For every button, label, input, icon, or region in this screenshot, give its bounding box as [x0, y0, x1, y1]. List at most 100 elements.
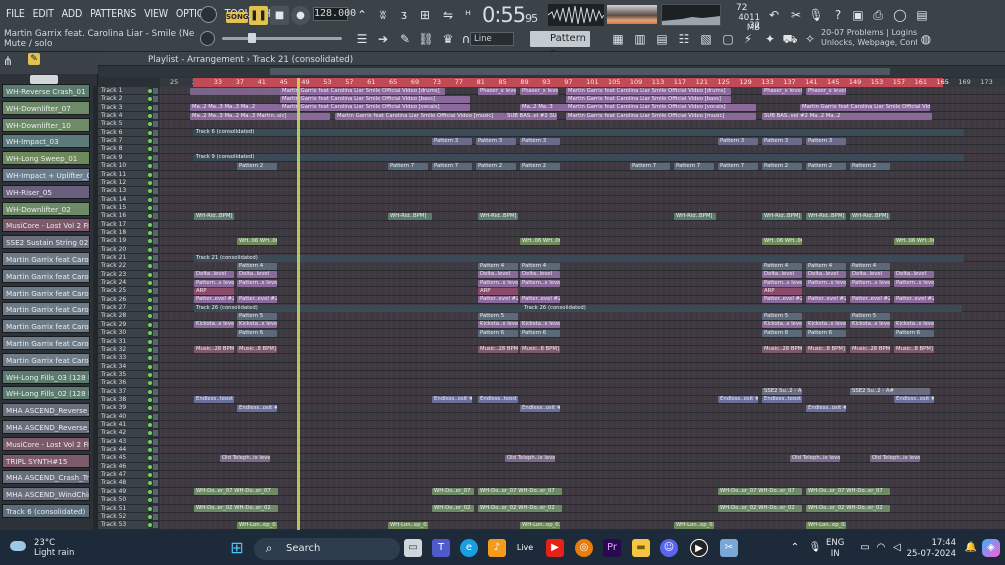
playlist-clip[interactable]: WH-Lon..ep_01 [520, 521, 560, 529]
track-label[interactable]: Track 10 [98, 162, 148, 170]
playlist-clip[interactable]: Delta..level [762, 271, 802, 279]
microphone-icon[interactable]: 🎙 [808, 7, 824, 23]
playlist-clip[interactable]: Endless..teost [194, 396, 234, 404]
playlist-clip[interactable]: Martin Garrix feat Carolina Liar Smile O… [566, 112, 756, 120]
playlist-clip[interactable]: ARP [194, 287, 234, 295]
track-color-swatch[interactable] [153, 146, 158, 153]
shop-icon[interactable]: ⛟ [782, 31, 798, 47]
track-mute-led[interactable] [148, 364, 152, 369]
track-mute-led[interactable] [148, 381, 152, 386]
copilot-icon[interactable]: ◈ [982, 539, 1000, 557]
browser-add-button[interactable] [30, 75, 58, 84]
volume-icon[interactable]: ◁ [888, 539, 906, 557]
playlist-clip[interactable]: Delta..level [194, 271, 234, 279]
track-color-swatch[interactable] [153, 455, 158, 462]
playlist-clip[interactable]: WH-Rid..BPM] [850, 212, 890, 220]
playlist-clip[interactable]: Pattern 2 [476, 162, 516, 170]
track-mute-led[interactable] [148, 456, 152, 461]
track-label[interactable]: Track 35 [98, 370, 148, 379]
track-color-swatch[interactable] [153, 321, 158, 328]
playlist-clip[interactable]: Pattern..x level [850, 279, 890, 287]
playlist-clip[interactable] [190, 87, 284, 95]
playlist-clip[interactable]: WH-Do..er_02 WH-Do..er_02 [194, 505, 278, 512]
playlist-clip[interactable]: Kicksta..x level [762, 321, 802, 329]
track-label[interactable]: Track 24 [98, 279, 148, 287]
menu-add[interactable]: ADD [58, 6, 86, 22]
playlist-clip[interactable]: Delta..level [894, 271, 934, 279]
track-mute-led[interactable] [148, 297, 152, 302]
track-mute-led[interactable] [148, 89, 152, 93]
system-clock[interactable]: 17:44 25-07-2024 [906, 538, 956, 560]
track-color-swatch[interactable] [153, 338, 158, 345]
track-label[interactable]: Track 37 [98, 387, 148, 395]
playlist-clip[interactable]: Patter..evel #2 [520, 296, 560, 304]
track-color-swatch[interactable] [153, 271, 158, 278]
teams-icon[interactable]: T [432, 539, 450, 557]
playlist-clip[interactable]: Track 21 (consolidated) [194, 254, 964, 262]
track-label[interactable]: Track 9 [98, 153, 148, 162]
track-color-swatch[interactable] [153, 246, 158, 253]
playlist-clip[interactable]: Pattern 7 [432, 162, 472, 170]
browser-item[interactable]: WH-Downlifter_10 [2, 117, 90, 132]
playlist-clip[interactable]: WH-Lon..ep_01 [388, 521, 428, 529]
browser-item[interactable]: Martin Garrix feat Carolina... [2, 302, 90, 317]
playlist-clip[interactable]: Martin Garrix feat Carolina Liar Smile O… [280, 95, 470, 103]
track-label[interactable]: Track 15 [98, 203, 148, 212]
playlist-clip[interactable]: Pattern 4 [478, 262, 518, 270]
track-label[interactable]: Track 31 [98, 337, 148, 345]
track-label[interactable]: Track 50 [98, 496, 148, 504]
playlist-clip[interactable]: Pattern 3 [806, 137, 846, 145]
track-color-swatch[interactable] [153, 388, 158, 395]
song-position-display[interactable]: 0:5595 [482, 3, 542, 27]
track-mute-led[interactable] [148, 97, 152, 102]
youtube-icon[interactable]: ▶ [546, 539, 564, 557]
menu-file[interactable]: FILE [2, 6, 29, 22]
track-label[interactable]: Track 1 [98, 87, 148, 95]
playlist-clip[interactable]: Track 26 (consolidated) [522, 304, 962, 312]
playlist-clip[interactable]: Martin Garrix feat Carolina Liar Smile O… [566, 104, 756, 112]
track-color-swatch[interactable] [153, 413, 158, 420]
track-color-swatch[interactable] [153, 296, 158, 303]
playlist-clip[interactable]: Kicksta..x level [520, 321, 560, 329]
playlist-clip[interactable]: Pattern 4 [850, 262, 890, 270]
playlist-clip[interactable]: WH-Lon..ep_01 [237, 521, 277, 529]
track-label[interactable]: Track 52 [98, 512, 148, 521]
browser-item[interactable]: MHA ASCEND_Reverse_Voca... [2, 403, 90, 418]
track-color-swatch[interactable] [153, 430, 158, 437]
playlist-clip[interactable]: Pattern 7 [630, 162, 670, 170]
playlist-clip[interactable]: Endless..osit #2 [806, 404, 846, 412]
globe-icon[interactable]: ◍ [918, 31, 934, 47]
track-color-swatch[interactable] [153, 280, 158, 287]
blender-icon[interactable]: ◎ [575, 539, 593, 557]
track-mute-led[interactable] [148, 189, 152, 194]
playlist-clip[interactable]: Ma..2 Ma..3 Ma..2 Ma..3 Martin..sic] [190, 112, 330, 120]
track-mute-led[interactable] [148, 222, 152, 227]
playlist-clip[interactable]: Pattern..x level [806, 279, 846, 287]
playlist-clip[interactable]: Pattern 6 [762, 329, 802, 337]
track-mute-led[interactable] [148, 155, 152, 160]
playlist-clip[interactable]: Kicksta..x level [894, 321, 934, 329]
playlist-clip[interactable]: Pattern 7 [388, 162, 428, 170]
track-mute-led[interactable] [148, 230, 152, 235]
playlist-clip[interactable]: Music..28 BPM] [478, 346, 518, 354]
track-color-swatch[interactable] [153, 447, 158, 454]
master-pitch-knob[interactable] [200, 6, 217, 23]
playlist-clip[interactable]: Pattern 4 [237, 262, 277, 270]
track-color-swatch[interactable] [153, 497, 158, 504]
playlist-clip[interactable]: Music..8 BPM] [806, 346, 846, 354]
feedback-icon[interactable]: ✧ [802, 31, 818, 47]
playlist-clip[interactable]: Pattern..x level [237, 279, 277, 287]
track-label[interactable]: Track 7 [98, 137, 148, 145]
chat-icon[interactable]: ◯ [892, 7, 908, 23]
playlist-clip[interactable]: Pattern 6 [237, 329, 277, 337]
track-label[interactable]: Track 39 [98, 404, 148, 412]
playlist-clip[interactable]: Endless..teost [478, 396, 518, 404]
playlist-clip[interactable]: Endless..osit #3 [894, 396, 934, 404]
track-color-swatch[interactable] [153, 305, 158, 312]
plug-icon[interactable]: ⚡ [740, 31, 756, 47]
playlist-clip[interactable]: Pattern 5 [478, 312, 518, 320]
track-label[interactable]: Track 28 [98, 312, 148, 320]
track-label[interactable]: Track 38 [98, 395, 148, 404]
playlist-clip[interactable]: Patter..evel #2 [806, 296, 846, 304]
playlist-clip[interactable]: WH-Rid..BPM] [478, 212, 518, 220]
